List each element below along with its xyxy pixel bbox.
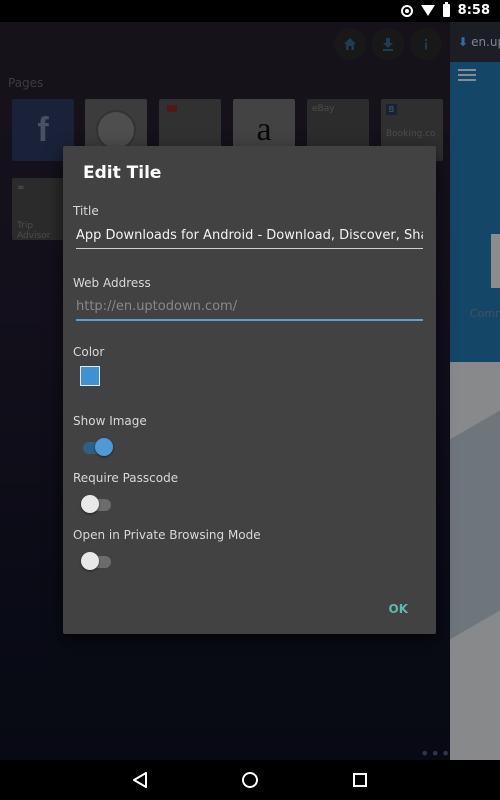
status-time: 8:58 — [457, 3, 490, 18]
browser-tab-peek[interactable]: ⬇en.up Comm — [450, 22, 500, 760]
battery-icon — [442, 2, 450, 17]
home-nav-button[interactable] — [235, 765, 265, 795]
scrim — [450, 62, 500, 760]
color-label: Color — [73, 345, 105, 359]
web-address-label: Web Address — [73, 276, 151, 290]
url-bar: ⬇en.up — [450, 22, 500, 62]
dialog-title: Edit Tile — [83, 163, 162, 183]
data-saver-icon — [400, 4, 413, 17]
recents-icon — [353, 773, 367, 787]
toggle-thumb — [81, 495, 99, 513]
recents-button[interactable] — [345, 765, 375, 795]
show-image-label: Show Image — [73, 414, 147, 428]
toggle-thumb — [81, 552, 99, 570]
require-passcode-label: Require Passcode — [73, 471, 179, 485]
private-mode-label: Open in Private Browsing Mode — [73, 528, 261, 542]
status-bar: 8:58 — [0, 0, 500, 22]
back-button[interactable] — [125, 765, 155, 795]
title-label: Title — [73, 204, 99, 218]
edit-tile-dialog: Edit Tile Title Web Address Color Show I… — [63, 146, 436, 634]
uptodown-arrow-icon: ⬇ — [458, 35, 469, 49]
private-mode-toggle[interactable] — [81, 552, 113, 572]
require-passcode-toggle[interactable] — [81, 495, 113, 515]
back-icon — [133, 772, 147, 788]
navigation-bar — [0, 760, 500, 800]
show-image-toggle[interactable] — [83, 438, 113, 458]
title-input[interactable] — [76, 228, 423, 249]
url-text: en.up — [471, 35, 500, 49]
color-swatch[interactable] — [80, 366, 100, 386]
ok-button[interactable]: OK — [389, 602, 409, 616]
toggle-thumb — [95, 438, 113, 456]
web-address-input[interactable] — [76, 299, 423, 321]
wifi-icon — [420, 5, 435, 16]
page-preview: Comm — [450, 62, 500, 760]
home-icon — [242, 772, 258, 788]
